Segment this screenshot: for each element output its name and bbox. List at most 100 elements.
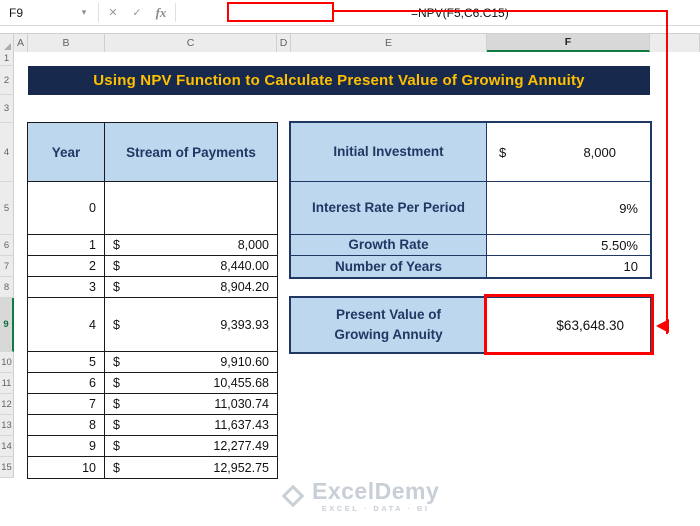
watermark-tagline: EXCEL · DATA · BI <box>321 504 430 514</box>
amount-value: 10,455.68 <box>213 376 269 390</box>
table-row: 0 <box>28 182 277 235</box>
cell-E7[interactable]: Number of Years <box>291 256 487 277</box>
result-block: Present Value of Growing Annuity $63,648… <box>289 296 652 354</box>
name-box-value: F9 <box>9 5 24 20</box>
cell-B12[interactable]: 7 <box>28 394 105 414</box>
cell-C9[interactable]: $ 9,393.93 <box>105 298 277 351</box>
row-header-5[interactable]: 5 <box>0 182 14 235</box>
amount-value: 9,910.60 <box>220 355 269 369</box>
cancel-icon[interactable]: ✕ <box>101 6 125 19</box>
row-header-9[interactable]: 9 <box>0 298 14 352</box>
cell-C6[interactable]: $ 8,000 <box>105 235 277 255</box>
currency-symbol: $ <box>113 355 120 369</box>
name-box-dropdown-icon[interactable]: ▾ <box>72 0 96 25</box>
row-header-12[interactable]: 12 <box>0 394 14 415</box>
cell-B7[interactable]: 2 <box>28 256 105 276</box>
title-banner[interactable]: Using NPV Function to Calculate Present … <box>28 66 650 95</box>
table-row: 3 $ 8,904.20 <box>28 277 277 298</box>
insert-function-icon[interactable]: fx <box>149 5 173 21</box>
cell-B11[interactable]: 6 <box>28 373 105 393</box>
value-text: 10 <box>623 259 638 274</box>
row-header-1[interactable]: 1 <box>0 52 14 66</box>
column-header-E[interactable]: E <box>291 34 487 52</box>
cell-C14[interactable]: $ 12,277.49 <box>105 436 277 456</box>
payments-table: Year Stream of Payments 0 1 $ 8,000 2 $ … <box>27 122 278 479</box>
currency-symbol: $ <box>113 397 120 411</box>
table-row: 6 $ 10,455.68 <box>28 373 277 394</box>
cell-B8[interactable]: 3 <box>28 277 105 297</box>
amount-value: 8,000 <box>237 238 269 252</box>
select-all-corner[interactable] <box>0 34 14 52</box>
table-row: Growth Rate 5.50% <box>291 235 650 256</box>
cell-C8[interactable]: $ 8,904.20 <box>105 277 277 297</box>
cell-B5[interactable]: 0 <box>28 182 105 234</box>
cell-C7[interactable]: $ 8,440.00 <box>105 256 277 276</box>
divider <box>175 3 176 22</box>
row-header-3[interactable]: 3 <box>0 95 14 123</box>
cell-B15[interactable]: 10 <box>28 457 105 478</box>
table-row: Year Stream of Payments <box>28 123 277 182</box>
row-header-13[interactable]: 13 <box>0 415 14 436</box>
table-row: 4 $ 9,393.93 <box>28 298 277 352</box>
row-header-4[interactable]: 4 <box>0 123 14 182</box>
currency-symbol: $ <box>113 439 120 453</box>
column-header-D[interactable]: D <box>277 34 291 52</box>
formula-input[interactable]: =NPV(F5,C6:C15) <box>178 0 700 25</box>
annotation-arrowhead-icon <box>656 319 669 333</box>
row-header-10[interactable]: 10 <box>0 352 14 373</box>
cell-F9[interactable]: $63,648.30 <box>487 298 650 352</box>
exceldemy-watermark: ExcelDemy EXCEL · DATA · BI <box>281 479 439 513</box>
cell-B6[interactable]: 1 <box>28 235 105 255</box>
cell-C10[interactable]: $ 9,910.60 <box>105 352 277 372</box>
table-row: 8 $ 11,637.43 <box>28 415 277 436</box>
cell-E9[interactable]: Present Value of Growing Annuity <box>291 298 487 352</box>
row-header-11[interactable]: 11 <box>0 373 14 394</box>
cell-B9[interactable]: 4 <box>28 298 105 351</box>
row-header-7[interactable]: 7 <box>0 256 14 277</box>
select-all-icon <box>4 43 11 50</box>
cell-F6[interactable]: 5.50% <box>487 235 650 255</box>
cell-B14[interactable]: 9 <box>28 436 105 456</box>
watermark-name: ExcelDemy <box>312 478 440 504</box>
cell-C11[interactable]: $ 10,455.68 <box>105 373 277 393</box>
cell-C13[interactable]: $ 11,637.43 <box>105 415 277 435</box>
row-header-15[interactable]: 15 <box>0 457 14 478</box>
currency-symbol: $ <box>113 259 120 273</box>
row-header-2[interactable]: 2 <box>0 66 14 95</box>
cell-E5[interactable]: Interest Rate Per Period <box>291 182 487 234</box>
watermark-text: ExcelDemy EXCEL · DATA · BI <box>312 479 439 513</box>
table-row: Interest Rate Per Period 9% <box>291 182 650 235</box>
value-text: 8,000 <box>583 144 616 160</box>
row-header-14[interactable]: 14 <box>0 436 14 457</box>
row-header-8[interactable]: 8 <box>0 277 14 298</box>
column-header-A[interactable]: A <box>14 34 28 52</box>
name-box[interactable]: F9 <box>0 0 72 25</box>
row-header-6[interactable]: 6 <box>0 235 14 256</box>
amount-value: 12,277.49 <box>213 439 269 453</box>
table-row: 10 $ 12,952.75 <box>28 457 277 478</box>
amount-value: 8,904.20 <box>220 280 269 294</box>
cell-B13[interactable]: 8 <box>28 415 105 435</box>
cell-C12[interactable]: $ 11,030.74 <box>105 394 277 414</box>
amount-value: 9,393.93 <box>220 317 269 332</box>
cell-E4[interactable]: Initial Investment <box>291 123 487 181</box>
table-row: 1 $ 8,000 <box>28 235 277 256</box>
cell-C5[interactable] <box>105 182 277 234</box>
cell-F5[interactable]: 9% <box>487 182 650 234</box>
enter-icon[interactable]: ✓ <box>125 6 149 19</box>
column-header-F[interactable]: F <box>487 34 650 52</box>
cell-B10[interactable]: 5 <box>28 352 105 372</box>
cell-F7[interactable]: 10 <box>487 256 650 277</box>
currency-symbol: $ <box>499 144 507 160</box>
column-header-C[interactable]: C <box>105 34 277 52</box>
column-header-B[interactable]: B <box>28 34 105 52</box>
cell-F4[interactable]: $ 8,000 <box>487 123 650 181</box>
cell-C15[interactable]: $ 12,952.75 <box>105 457 277 478</box>
cell-E6[interactable]: Growth Rate <box>291 235 487 255</box>
cell-B4[interactable]: Year <box>28 123 105 181</box>
column-header-blank[interactable] <box>650 34 700 52</box>
divider <box>98 3 99 22</box>
excel-window: F9 ▾ ✕ ✓ fx =NPV(F5,C6:C15) A B C D E F … <box>0 0 700 526</box>
cell-C4[interactable]: Stream of Payments <box>105 123 277 181</box>
table-row: 9 $ 12,277.49 <box>28 436 277 457</box>
